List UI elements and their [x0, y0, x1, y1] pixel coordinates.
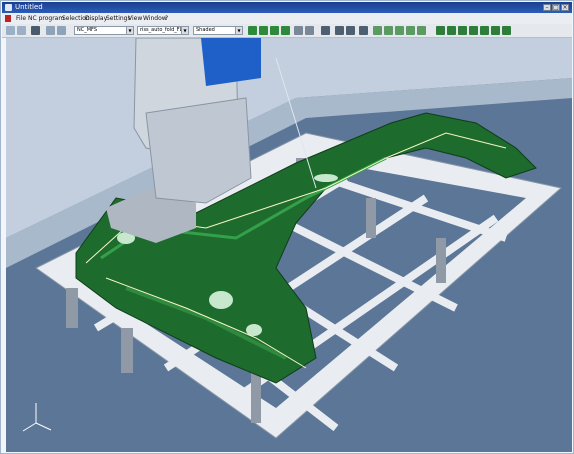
display-select[interactable]: Shaded ▼: [193, 26, 243, 35]
chevron-down-icon[interactable]: ▼: [126, 27, 133, 34]
step-icon[interactable]: [447, 26, 456, 35]
reset-icon[interactable]: [469, 26, 478, 35]
window-title: Untitled: [15, 3, 43, 11]
app-icon: [5, 4, 12, 11]
setup-select[interactable]: riss_auto_fold_FLA ▼: [137, 26, 189, 35]
ruler-icon[interactable]: [346, 26, 355, 35]
menu-view[interactable]: View: [128, 13, 142, 24]
title-bar: Untitled – □ ×: [2, 2, 572, 13]
pan-icon[interactable]: [270, 26, 279, 35]
shade-icon[interactable]: [294, 26, 303, 35]
menu-settings[interactable]: Settings: [106, 13, 131, 24]
cursor-icon[interactable]: [395, 26, 404, 35]
menu-window[interactable]: Window: [143, 13, 167, 24]
fit-icon[interactable]: [281, 26, 290, 35]
menu-display[interactable]: Display: [85, 13, 107, 24]
rotate-icon[interactable]: [248, 26, 257, 35]
zoom-icon[interactable]: [259, 26, 268, 35]
collision-icon[interactable]: [491, 26, 500, 35]
grid-icon[interactable]: [359, 26, 368, 35]
axis-icon[interactable]: [321, 26, 330, 35]
redo-icon[interactable]: [57, 26, 66, 35]
chevron-down-icon[interactable]: ▼: [181, 27, 188, 34]
menu-nc-program[interactable]: NC program: [28, 13, 64, 24]
program-select[interactable]: NC_MFS ▼: [74, 26, 134, 35]
scene-canvas: [6, 38, 572, 452]
head-block: [201, 38, 261, 86]
chevron-down-icon[interactable]: ▼: [235, 27, 242, 34]
back-arrow-icon[interactable]: [6, 26, 15, 35]
play-icon[interactable]: [436, 26, 445, 35]
clip-icon[interactable]: [417, 26, 426, 35]
tool-icon[interactable]: [335, 26, 344, 35]
maximize-button[interactable]: □: [552, 4, 560, 11]
setup-select-value: riss_auto_fold_FLA: [140, 27, 186, 33]
3d-viewport[interactable]: [6, 38, 572, 452]
program-select-value: NC_MFS: [77, 27, 98, 33]
menu-bar: File NC program Selection Display Settin…: [2, 13, 572, 24]
speed-icon[interactable]: [480, 26, 489, 35]
stop-icon[interactable]: [458, 26, 467, 35]
select-icon[interactable]: [373, 26, 382, 35]
section-icon[interactable]: [406, 26, 415, 35]
export-icon[interactable]: [502, 26, 511, 35]
measure-icon[interactable]: [384, 26, 393, 35]
toolbar: NC_MFS ▼ riss_auto_fold_FLA ▼ Shaded ▼: [2, 24, 572, 38]
save-icon[interactable]: [31, 26, 40, 35]
forward-arrow-icon[interactable]: [17, 26, 26, 35]
document-icon: [5, 15, 11, 22]
minimize-button[interactable]: –: [543, 4, 551, 11]
menu-file[interactable]: File: [16, 13, 26, 24]
close-button[interactable]: ×: [561, 4, 569, 11]
undo-icon[interactable]: [46, 26, 55, 35]
wire-icon[interactable]: [305, 26, 314, 35]
spindle-head: [145, 97, 252, 204]
menu-help[interactable]: ?: [165, 13, 168, 24]
display-select-value: Shaded: [196, 27, 215, 33]
application-window: Untitled – □ × File NC program Selection…: [0, 0, 574, 454]
